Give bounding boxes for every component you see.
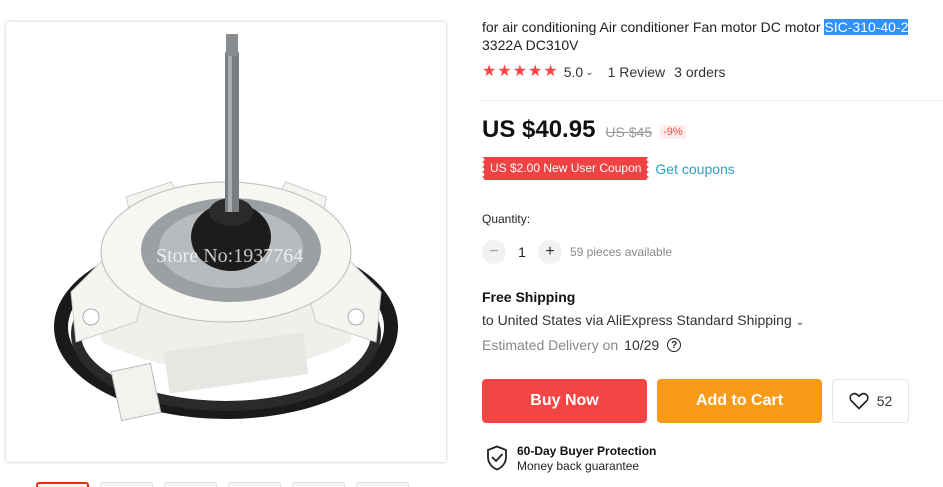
fan-motor-image: Store No:1937764 [54,34,398,422]
shield-check-icon [487,445,507,471]
star-icon: ★ [512,63,528,80]
buyer-protection-text: 60-Day Buyer Protection Money back guara… [517,443,656,474]
coupon-row: US $2.00 New User Coupon Get coupons [482,157,735,180]
star-rating: ★ ★ ★ ★ ★ [482,64,558,80]
quantity-label: Quantity: [482,212,531,226]
buyer-protection-title: 60-Day Buyer Protection [517,444,657,458]
wishlist-button[interactable]: 52 [832,379,909,423]
title-prefix: for air conditioning Air conditioner Fan… [482,19,825,35]
quantity-increase-button[interactable]: + [538,240,562,264]
thumbnail-5[interactable] [292,482,345,487]
quantity-decrease-button[interactable]: − [482,240,506,264]
star-icon: ★ [543,63,558,80]
shipping-destination-text: to United States via AliExpress Standard… [482,312,792,328]
price-row: US $40.95 US $45 -9% [482,116,686,144]
chevron-down-icon[interactable]: ⌄ [796,317,804,328]
buy-now-button[interactable]: Buy Now [482,379,647,423]
rating-value[interactable]: 5.0 [564,64,583,80]
thumbnail-strip [36,482,409,487]
question-icon[interactable]: ? [667,338,682,352]
get-coupons-link[interactable]: Get coupons [655,161,734,177]
wishlist-count: 52 [876,393,893,409]
title-highlight: SIC-310-40-2 [824,19,909,35]
estimated-delivery-date: 10/29 [624,337,660,353]
new-user-coupon[interactable]: US $2.00 New User Coupon [482,157,650,180]
thumbnail-3[interactable] [164,482,217,487]
product-title: for air conditioning Air conditioner Fan… [482,18,943,54]
shipping-destination[interactable]: to United States via AliExpress Standard… [482,312,804,328]
product-main-image[interactable]: Store No:1937764 [6,22,446,462]
star-icon: ★ [497,63,512,80]
current-price: US $40.95 [482,116,596,143]
reviews-link[interactable]: 1 Review [608,64,666,80]
discount-badge: -9% [660,125,686,139]
buyer-protection: 60-Day Buyer Protection Money back guara… [486,443,656,474]
shipping-title: Free Shipping [482,289,576,305]
original-price: US $45 [605,124,653,140]
buyer-protection-subtitle: Money back guarantee [517,459,640,473]
store-watermark: Store No:1937764 [156,245,303,267]
orders-count: 3 orders [674,64,726,80]
thumbnail-6[interactable] [356,482,409,487]
star-icon: ★ [528,63,543,80]
heart-icon [849,392,869,410]
thumbnail-2[interactable] [100,482,153,487]
quantity-stepper: − 1 + 59 pieces available [482,240,672,264]
chevron-down-icon[interactable]: ⌄ [585,67,593,78]
image-gallery: Store No:1937764 [0,0,470,487]
estimated-delivery: Estimated Delivery on 10/29 ? [482,337,682,353]
star-icon: ★ [482,63,497,80]
thumbnail-4[interactable] [228,482,281,487]
rating-row: ★ ★ ★ ★ ★ 5.0 ⌄ 1 Review 3 orders [482,64,726,81]
estimated-delivery-label: Estimated Delivery on [482,337,619,353]
thumbnail-1[interactable] [36,482,89,487]
divider [482,100,943,101]
add-to-cart-button[interactable]: Add to Cart [657,379,822,423]
quantity-input[interactable]: 1 [506,244,538,260]
title-suffix: 3322A DC310V [482,37,579,53]
pieces-available: 59 pieces available [570,245,673,259]
